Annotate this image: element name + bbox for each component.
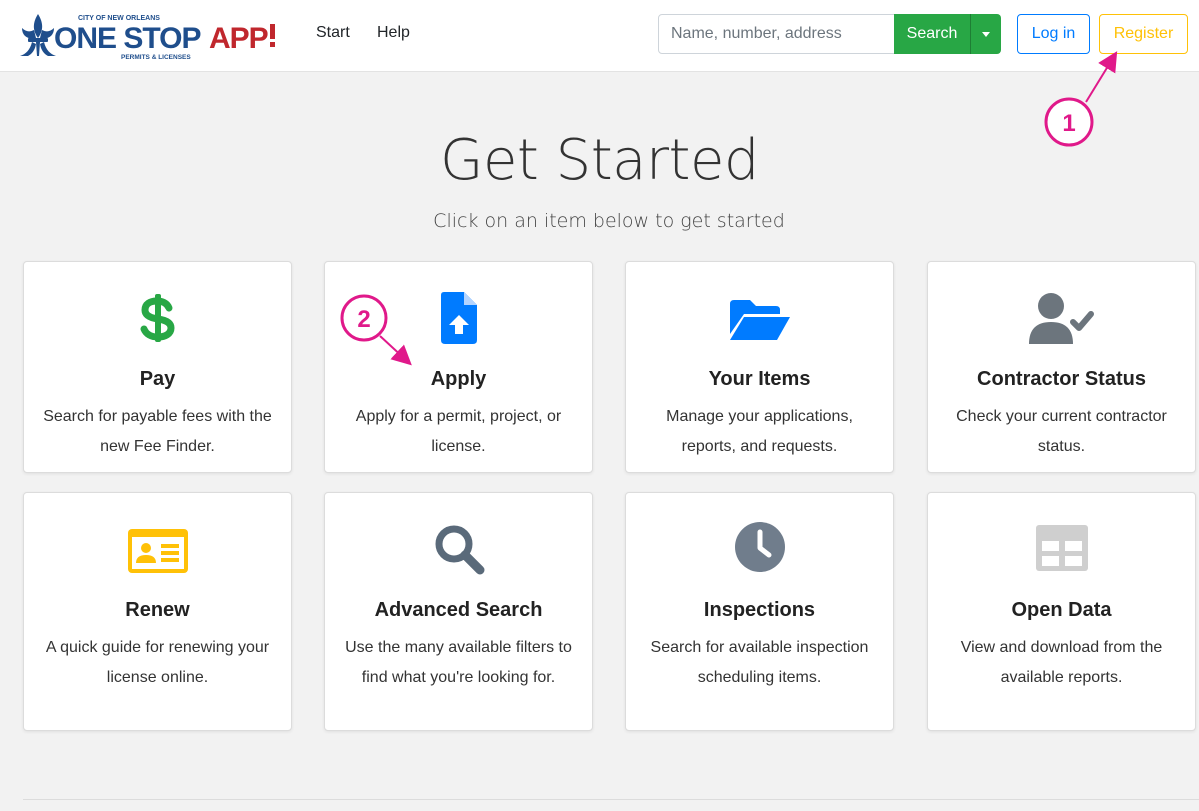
top-navbar: CITY OF NEW ORLEANS ONE STOP APP PERMITS… [0,0,1199,72]
card-description: A quick guide for renewing your license … [45,639,270,686]
card-description: Check your current contractor status. [956,408,1167,455]
logo-top-text: CITY OF NEW ORLEANS [78,15,160,22]
login-button[interactable]: Log in [1017,14,1090,54]
card-inspections[interactable]: Inspections Search for available inspect… [625,492,894,731]
card-description: Search for payable fees with the new Fee… [43,408,272,455]
card-advanced-search[interactable]: Advanced Search Use the many available f… [324,492,593,731]
folder-open-icon [626,300,893,340]
card-description: Search for available inspection scheduli… [650,639,869,686]
dollar-icon [24,292,291,344]
footer-divider [23,799,1199,800]
page-subtitle: Click on an item below to get started [433,210,785,232]
card-contractor-status[interactable]: Contractor Status Check your current con… [927,261,1196,473]
card-description: Use the many available filters to find w… [345,639,572,686]
card-description: Manage your applications, reports, and r… [666,408,853,455]
logo-main-text: ONE STOP [54,22,200,55]
card-title: Advanced Search [374,599,543,621]
logo-sub-text: PERMITS & LICENSES [121,54,191,61]
card-open-data[interactable]: Open Data View and download from the ava… [927,492,1196,731]
card-your-items[interactable]: Your Items Manage your applications, rep… [625,261,894,473]
page-title: Get Started [440,128,759,193]
register-button[interactable]: Register [1099,14,1188,54]
card-title: Pay [139,368,176,390]
user-check-icon [928,292,1195,344]
card-title: Your Items [708,368,811,390]
search-icon [325,523,592,575]
card-title: Renew [125,599,190,621]
card-renew[interactable]: Renew A quick guide for renewing your li… [23,492,292,731]
one-stop-app-logo[interactable]: CITY OF NEW ORLEANS ONE STOP APP PERMITS… [16,10,291,62]
card-apply[interactable]: Apply Apply for a permit, project, or li… [324,261,593,473]
search-dropdown-toggle[interactable] [970,14,1001,54]
clock-icon [626,521,893,573]
card-description: Apply for a permit, project, or license. [355,408,562,455]
card-title: Contractor Status [977,368,1146,390]
nav-help-link[interactable]: Help [377,24,410,42]
card-title: Open Data [1011,599,1112,621]
table-icon [928,525,1195,571]
logo-app-text: APP [209,22,268,55]
nav-start-link[interactable]: Start [316,24,350,42]
file-upload-icon [325,292,592,344]
search-button[interactable]: Search [894,14,970,54]
search-input[interactable] [658,14,895,54]
caret-down-icon [982,31,990,37]
card-pay[interactable]: Pay Search for payable fees with the new… [23,261,292,473]
card-title: Inspections [703,599,816,621]
card-title: Apply [430,368,487,390]
card-description: View and download from the available rep… [960,639,1163,686]
id-card-icon [24,529,291,573]
